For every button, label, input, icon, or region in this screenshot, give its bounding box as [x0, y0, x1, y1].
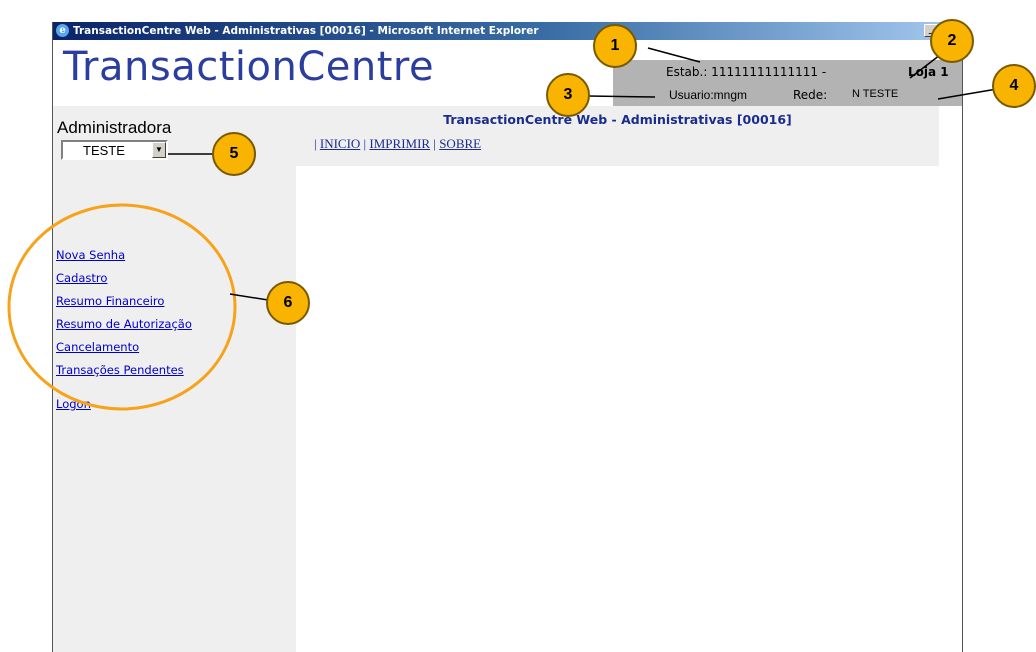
usuario-value: Usuario:mngm [669, 88, 748, 102]
nav-separator: | [314, 136, 317, 151]
menu-item-cadastro[interactable]: Cadastro [56, 271, 107, 285]
content-header: TransactionCentre Web - Administrativas … [296, 106, 939, 166]
rede-value: N TESTE [852, 88, 899, 100]
loja-value: Loja 1 [908, 65, 949, 79]
sidebar: Administradora TESTE ▼ Nova Senha Cadast… [53, 106, 296, 652]
title-bar: e TransactionCentre Web - Administrativa… [53, 22, 962, 40]
callout-badge-6: 6 [266, 281, 310, 325]
browser-window: e TransactionCentre Web - Administrativa… [52, 22, 963, 652]
menu-item-resumo-autorizacao[interactable]: Resumo de Autorização [56, 317, 192, 331]
estab-value: Estab.: 11111111111111 - [666, 65, 827, 79]
nav-separator: | [433, 136, 436, 151]
chevron-down-icon[interactable]: ▼ [152, 142, 166, 158]
nav-imprimir-link[interactable]: IMPRIMIR [369, 136, 430, 151]
menu-item-logon[interactable]: Logon [56, 397, 91, 411]
administradora-select[interactable]: TESTE ▼ [61, 140, 168, 160]
content-right-strip [939, 106, 962, 652]
menu-item-cancelamento[interactable]: Cancelamento [56, 340, 139, 354]
content-title: TransactionCentre Web - Administrativas … [443, 112, 792, 127]
callout-badge-1: 1 [593, 24, 637, 68]
menu-item-resumo-financeiro[interactable]: Resumo Financeiro [56, 294, 164, 308]
transactioncentre-logo: TransactionCentre [63, 44, 435, 90]
administradora-label: Administradora [57, 118, 172, 137]
rede-label: Rede: [793, 88, 828, 102]
session-info-box: Estab.: 11111111111111 - Loja 1 Usuario:… [613, 60, 962, 106]
nav-separator: | [363, 136, 367, 151]
ie-logo-icon: e [56, 24, 69, 37]
menu-item-nova-senha[interactable]: Nova Senha [56, 248, 125, 262]
app-header: TransactionCentre Estab.: 11111111111111… [53, 40, 962, 106]
callout-badge-4: 4 [992, 64, 1036, 108]
callout-badge-5: 5 [212, 132, 256, 176]
window-title: TransactionCentre Web - Administrativas … [73, 25, 539, 37]
menu-item-transacoes-pendentes[interactable]: Transações Pendentes [56, 363, 184, 377]
callout-badge-2: 2 [930, 19, 974, 63]
top-nav: | INICIO | IMPRIMIR | SOBRE [314, 136, 481, 152]
nav-sobre-link[interactable]: SOBRE [439, 136, 481, 151]
nav-inicio-link[interactable]: INICIO [320, 136, 360, 151]
select-value: TESTE [83, 143, 125, 158]
callout-badge-3: 3 [546, 73, 590, 117]
